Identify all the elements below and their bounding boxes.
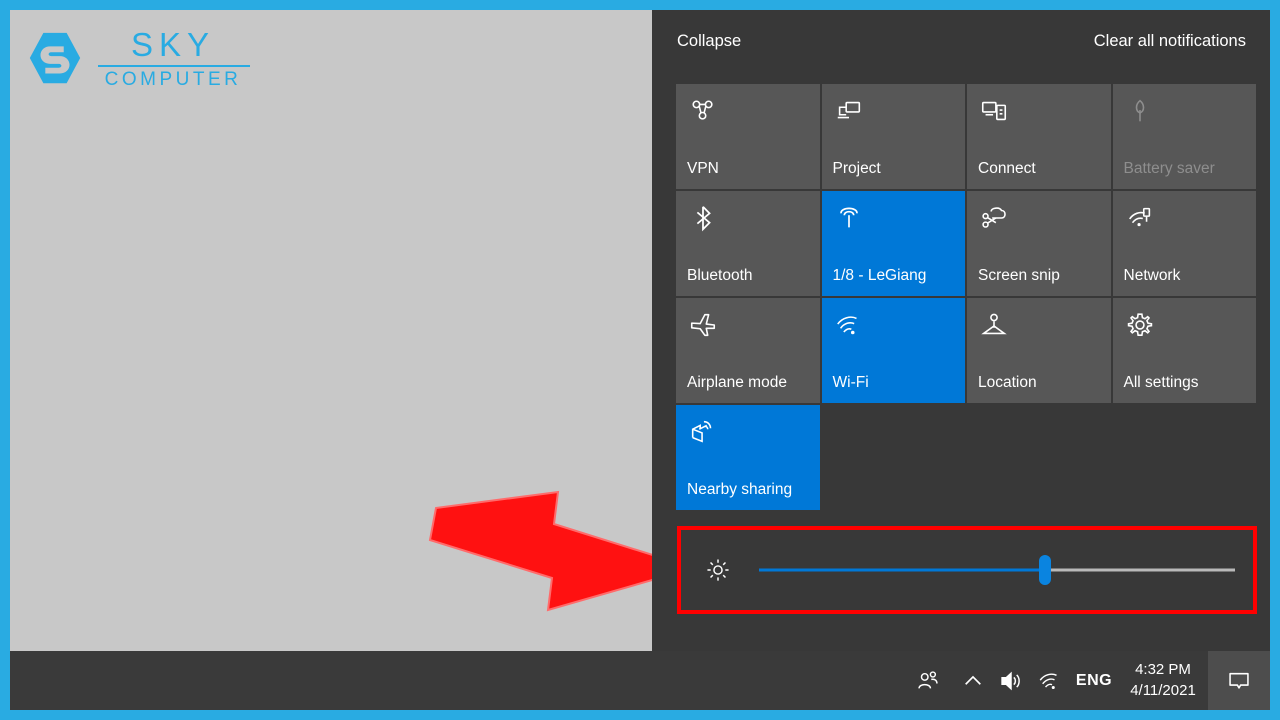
quick-action-label: Airplane mode <box>687 374 787 391</box>
quick-action-label: Connect <box>978 160 1036 177</box>
quick-action-label: Project <box>832 160 881 177</box>
taskbar-show-hidden-icons-button[interactable] <box>954 651 992 710</box>
location-icon <box>981 313 1007 335</box>
hexagon-s-logo-icon <box>29 32 81 84</box>
chevron-up-icon <box>965 675 981 685</box>
brightness-slider[interactable] <box>759 555 1235 585</box>
quick-action-mobile-hotspot[interactable]: 1/8 - LeGiang <box>821 191 965 296</box>
wifi-icon <box>836 316 857 335</box>
action-center-icon <box>1229 672 1249 689</box>
quick-action-label: Battery saver <box>1123 160 1215 177</box>
bluetooth-icon <box>696 206 711 232</box>
clear-all-notifications-button[interactable]: Clear all notifications <box>1094 32 1246 51</box>
nearby-sharing-icon <box>691 420 712 443</box>
quick-action-location[interactable]: Location <box>967 298 1111 403</box>
taskbar-language-indicator[interactable]: ENG <box>1070 651 1118 710</box>
taskbar-action-center-button[interactable] <box>1208 651 1270 710</box>
taskbar-date: 4/11/2021 <box>1130 681 1196 699</box>
quick-action-label: Wi-Fi <box>832 374 869 391</box>
project-icon <box>837 101 860 119</box>
quick-action-airplane-mode[interactable]: Airplane mode <box>676 298 820 403</box>
taskbar-people-button[interactable] <box>902 651 954 710</box>
quick-action-label: Nearby sharing <box>687 481 793 498</box>
speaker-icon <box>1001 671 1020 690</box>
brightness-control-row <box>681 530 1253 610</box>
taskbar-wifi-button[interactable] <box>1030 651 1070 710</box>
system-tray: ENG 4:32 PM 4/11/2021 <box>902 651 1270 710</box>
people-icon <box>918 670 938 689</box>
quick-action-label: Network <box>1123 267 1181 284</box>
logo-divider <box>98 64 250 67</box>
quick-action-vpn[interactable]: VPN <box>676 84 820 189</box>
connect-icon <box>981 101 1007 121</box>
quick-actions-row: Nearby sharing <box>676 405 1256 510</box>
slider-thumb[interactable] <box>1038 555 1051 585</box>
quick-action-empty-slot <box>967 405 1111 510</box>
quick-action-bluetooth[interactable]: Bluetooth <box>676 191 820 296</box>
quick-actions-grid: VPN Project Connect Battery saver Blueto… <box>676 84 1256 512</box>
taskbar: ENG 4:32 PM 4/11/2021 <box>10 651 1270 710</box>
quick-action-label: Location <box>978 374 1037 391</box>
action-center-header: Collapse Clear all notifications <box>652 10 1270 72</box>
quick-action-label: VPN <box>687 160 719 177</box>
slider-fill <box>759 568 1045 572</box>
airplane-icon <box>690 313 716 337</box>
quick-action-network[interactable]: Network <box>1112 191 1256 296</box>
vpn-icon <box>692 100 713 120</box>
quick-action-label: 1/8 - LeGiang <box>832 267 927 284</box>
screenshot-root: SKY COMPUTER Collapse Clear all notifica… <box>0 0 1280 720</box>
quick-action-screen-snip[interactable]: Screen snip <box>967 191 1111 296</box>
collapse-button[interactable]: Collapse <box>677 32 741 51</box>
logo-title: SKY <box>130 25 216 63</box>
quick-action-label: All settings <box>1123 374 1199 391</box>
quick-action-battery-saver[interactable]: Battery saver <box>1112 84 1256 189</box>
quick-actions-row: Bluetooth 1/8 - LeGiang Screen snip Netw… <box>676 191 1256 296</box>
taskbar-time: 4:32 PM <box>1135 661 1191 679</box>
taskbar-clock[interactable]: 4:32 PM 4/11/2021 <box>1118 651 1208 710</box>
quick-action-all-settings[interactable]: All settings <box>1112 298 1256 403</box>
quick-actions-row: VPN Project Connect Battery saver <box>676 84 1256 189</box>
logo-wordmark: SKY COMPUTER <box>96 28 250 89</box>
battery-saver-leaf-icon <box>1135 99 1144 122</box>
brightness-sun-icon <box>707 559 729 581</box>
sky-computer-logo: SKY COMPUTER <box>24 18 254 98</box>
quick-action-label: Screen snip <box>978 267 1060 284</box>
quick-actions-row: Airplane mode Wi-Fi Location All setting… <box>676 298 1256 403</box>
quick-action-empty-slot <box>1113 405 1257 510</box>
logo-subtitle: COMPUTER <box>104 68 242 90</box>
taskbar-volume-button[interactable] <box>992 651 1030 710</box>
mobile-hotspot-icon <box>839 207 858 228</box>
quick-action-project[interactable]: Project <box>821 84 965 189</box>
gear-icon <box>1127 313 1152 337</box>
quick-action-empty-slot <box>822 405 966 510</box>
quick-action-label: Bluetooth <box>687 267 753 284</box>
action-center-panel: Collapse Clear all notifications VPN Pro… <box>652 10 1270 651</box>
quick-action-wifi[interactable]: Wi-Fi <box>821 298 965 403</box>
network-icon <box>1128 207 1150 227</box>
quick-action-nearby-sharing[interactable]: Nearby sharing <box>676 405 820 510</box>
quick-action-connect[interactable]: Connect <box>967 84 1111 189</box>
wifi-icon <box>1039 673 1057 689</box>
screen-snip-icon <box>982 207 1006 228</box>
brightness-highlight-box <box>677 526 1257 614</box>
